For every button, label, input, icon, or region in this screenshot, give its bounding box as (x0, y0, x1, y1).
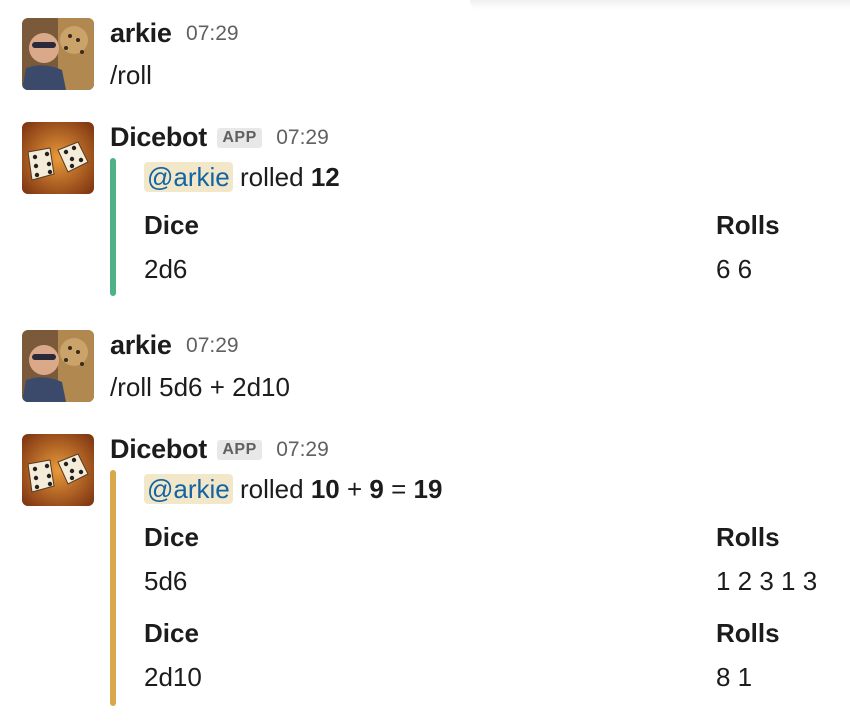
field-value-rolls: 6 6 (716, 254, 753, 284)
message-dicebot-1: Dicebot APP 07:29 @arkie rolled 12 Dice … (22, 122, 842, 302)
user-avatar-icon[interactable] (22, 18, 94, 90)
message-arkie-2: arkie 07:29 /roll 5d6 + 2d10 (22, 330, 842, 404)
timestamp[interactable]: 07:29 (276, 126, 329, 149)
sender-name[interactable]: arkie (110, 18, 172, 48)
app-badge: APP (217, 127, 262, 148)
plus-sign: + (346, 474, 363, 504)
roll-total: 19 (413, 474, 443, 504)
sender-name[interactable]: Dicebot (110, 122, 207, 152)
top-shadow (470, 0, 850, 10)
app-badge: APP (217, 439, 262, 460)
user-avatar-icon[interactable] (22, 330, 94, 402)
roll-part-1: 10 (310, 474, 340, 504)
message-arkie-1: arkie 07:29 /roll (22, 18, 842, 92)
field-value-dice: 2d10 (144, 662, 202, 692)
equals-sign: = (391, 474, 407, 504)
attachment-color-bar (110, 470, 116, 706)
roll-summary: @arkie rolled 12 (144, 162, 340, 193)
sender-name[interactable]: arkie (110, 330, 172, 360)
timestamp[interactable]: 07:29 (186, 334, 239, 357)
user-mention[interactable]: @arkie (144, 162, 233, 192)
attachment-color-bar (110, 158, 116, 296)
dice-avatar-icon[interactable] (22, 434, 94, 506)
timestamp[interactable]: 07:29 (276, 438, 329, 461)
message-dicebot-2: Dicebot APP 07:29 @arkie rolled 10 + 9 =… (22, 434, 842, 718)
field-title-rolls: Rolls (716, 210, 780, 240)
field-title-dice: Dice (144, 522, 199, 552)
field-value-rolls: 1 2 3 1 3 (716, 566, 818, 596)
sender-name[interactable]: Dicebot (110, 434, 207, 464)
roll-summary: @arkie rolled 10 + 9 = 19 (144, 474, 442, 505)
roll-part-2: 9 (369, 474, 384, 504)
field-value-dice: 5d6 (144, 566, 188, 596)
field-title-dice: Dice (144, 210, 199, 240)
message-text: /roll 5d6 + 2d10 (110, 372, 290, 402)
message-text: /roll (110, 60, 152, 90)
field-value-rolls: 8 1 (716, 662, 753, 692)
field-title-rolls: Rolls (716, 522, 780, 552)
dice-avatar-icon[interactable] (22, 122, 94, 194)
timestamp[interactable]: 07:29 (186, 22, 239, 45)
field-title-dice: Dice (144, 618, 199, 648)
rolled-label: rolled (239, 474, 304, 504)
rolled-label: rolled (239, 162, 304, 192)
roll-total: 12 (310, 162, 340, 192)
field-title-rolls: Rolls (716, 618, 780, 648)
user-mention[interactable]: @arkie (144, 474, 233, 504)
field-value-dice: 2d6 (144, 254, 188, 284)
